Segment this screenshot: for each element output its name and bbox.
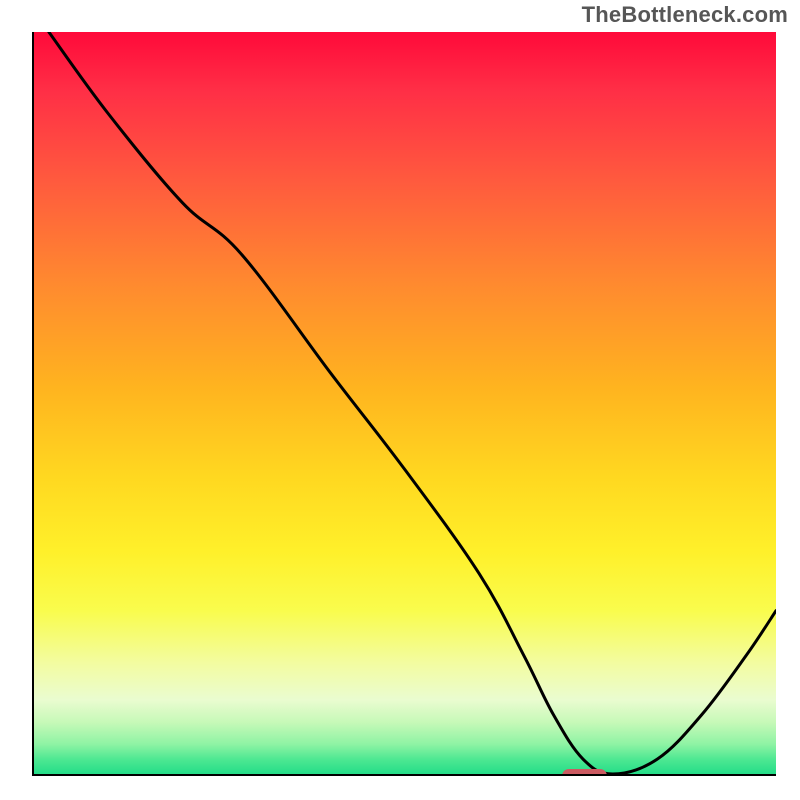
plot-area <box>32 32 776 776</box>
heat-gradient <box>34 32 776 774</box>
optimal-marker <box>562 769 607 776</box>
chart-container: TheBottleneck.com <box>0 0 800 800</box>
attribution-label: TheBottleneck.com <box>582 2 788 28</box>
